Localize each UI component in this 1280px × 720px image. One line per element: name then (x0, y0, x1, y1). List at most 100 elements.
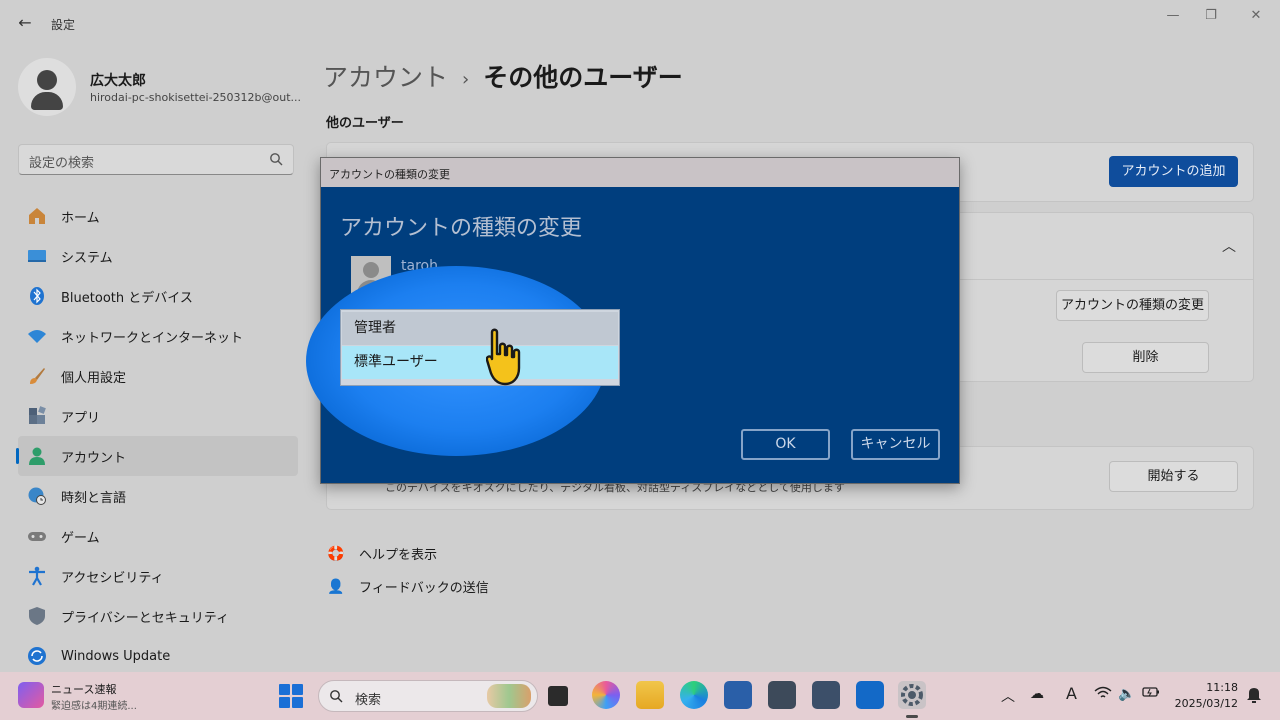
store-icon[interactable] (724, 681, 752, 709)
news-title: ニュース速報 (51, 683, 117, 696)
sidebar-item-personalization[interactable]: 個人用設定 (18, 356, 298, 396)
apps-icon (26, 405, 48, 427)
search-icon (270, 153, 283, 166)
sidebar-item-windows-update[interactable]: Windows Update (18, 636, 298, 676)
sidebar-item-label: ホーム (61, 210, 100, 226)
sidebar-item-label: システム (61, 250, 113, 266)
avatar (18, 58, 76, 116)
chevron-up-icon[interactable]: ︿ (1222, 236, 1236, 256)
copilot-icon[interactable] (592, 681, 620, 709)
search-icon (330, 690, 343, 703)
system-icon (26, 245, 48, 267)
breadcrumb: アカウント › その他のユーザー (323, 58, 683, 94)
search-highlight-art (487, 684, 531, 708)
wifi-icon[interactable] (1094, 686, 1112, 704)
search-placeholder: 設定の検索 (29, 156, 95, 171)
start-button-icon[interactable] (279, 684, 303, 708)
file-explorer-icon[interactable] (636, 681, 664, 709)
close-icon[interactable]: ✕ (1241, 8, 1271, 24)
sidebar-item-accessibility[interactable]: アクセシビリティ (18, 556, 298, 596)
help-link-label: ヘルプを表示 (359, 548, 438, 563)
gamepad-icon (26, 525, 48, 547)
notification-bell-icon[interactable] (1246, 686, 1262, 704)
sidebar-item-gaming[interactable]: ゲーム (18, 516, 298, 556)
settings-search-input[interactable]: 設定の検索 (18, 144, 294, 175)
dialog-heading: アカウントの種類の変更 (340, 216, 583, 241)
sidebar-item-system[interactable]: システム (18, 236, 298, 276)
settings-gear-icon[interactable] (898, 681, 926, 718)
dialog-title-bar: アカウントの種類の変更 (321, 158, 959, 187)
ime-indicator[interactable]: A (1066, 684, 1077, 703)
sidebar-item-label: ゲーム (61, 530, 100, 546)
sidebar-item-network[interactable]: ネットワークとインターネット (18, 316, 298, 356)
sidebar-item-label: プライバシーとセキュリティ (61, 610, 229, 626)
sidebar-item-label: ネットワークとインターネット (61, 330, 244, 346)
window-title: 設定 (51, 18, 76, 32)
breadcrumb-separator: › (462, 68, 470, 90)
option-administrator[interactable]: 管理者 (342, 312, 618, 345)
account-type-listbox[interactable]: 管理者 標準ユーザー (340, 309, 620, 386)
remote-desktop-icon[interactable] (768, 681, 796, 709)
dialog-title: アカウントの種類の変更 (329, 168, 450, 181)
maximize-icon[interactable]: ❐ (1196, 8, 1226, 24)
profile-email: hirodai-pc-shokisettei-250312b@out... (90, 91, 302, 104)
pointer-cursor-icon (486, 328, 521, 386)
add-account-button[interactable]: アカウントの追加 (1109, 156, 1238, 187)
sidebar-item-label: Bluetooth とデバイス (61, 290, 193, 306)
section-title: 他のユーザー (326, 116, 404, 131)
sidebar-item-label: Windows Update (61, 648, 171, 664)
taskbar-search-placeholder: 検索 (355, 693, 382, 708)
clock-date: 2025/03/12 (1174, 697, 1238, 710)
sidebar-item-label: アカウント (61, 450, 127, 466)
page-title: その他のユーザー (483, 63, 683, 92)
help-icon: 🛟 (327, 545, 345, 562)
tray-overflow-chevron-icon[interactable]: ︿ (1001, 686, 1015, 706)
sidebar-item-home[interactable]: ホーム (18, 196, 298, 236)
change-account-type-button[interactable]: アカウントの種類の変更 (1056, 290, 1209, 321)
taskbar: ニュース速報 緊迫感は4期連続... 検索 ︿ ☁ A 🔈 11:18 2025… (0, 672, 1280, 720)
account-icon (26, 445, 48, 467)
back-arrow-icon[interactable]: ← (14, 12, 36, 34)
sidebar-item-label: 時刻と言語 (61, 490, 127, 506)
active-indicator (16, 448, 19, 464)
option-standard-user[interactable]: 標準ユーザー (342, 346, 618, 379)
edge-icon[interactable] (680, 681, 708, 709)
system-clock[interactable]: 11:18 2025/03/12 (1175, 680, 1238, 712)
network-icon (26, 325, 48, 347)
news-widget[interactable]: ニュース速報 緊迫感は4期連続... (18, 680, 218, 714)
bluetooth-icon (26, 285, 48, 307)
sidebar-item-label: アプリ (61, 410, 101, 426)
help-link[interactable]: 🛟 ヘルプを表示 (326, 544, 438, 564)
minimize-icon[interactable]: — (1158, 8, 1188, 24)
feedback-link[interactable]: 👤 フィードバックの送信 (326, 577, 489, 597)
cancel-button[interactable]: キャンセル (851, 429, 940, 460)
app-icon[interactable] (812, 681, 840, 709)
sidebar-item-accounts[interactable]: アカウント (16, 436, 298, 476)
task-view-icon[interactable] (548, 686, 568, 706)
battery-icon[interactable] (1142, 686, 1160, 702)
news-subtitle: 緊迫感は4期連続... (51, 701, 137, 712)
cloud-icon[interactable]: ☁ (1030, 686, 1044, 702)
sidebar-nav: ホーム システム Bluetooth とデバイス ネットワークとインターネット … (16, 196, 298, 676)
clock-time: 11:18 (1206, 681, 1238, 694)
sidebar-item-label: 個人用設定 (61, 370, 127, 386)
brush-icon (26, 365, 48, 387)
profile-name: 広大太郎 (90, 73, 146, 89)
feedback-link-label: フィードバックの送信 (359, 581, 489, 596)
kiosk-start-button[interactable]: 開始する (1109, 461, 1238, 492)
sidebar-item-privacy[interactable]: プライバシーとセキュリティ (18, 596, 298, 636)
settings-window: ← 設定 — ❐ ✕ 広大太郎 hirodai-pc-shokisettei-2… (0, 0, 1280, 672)
title-bar: ← 設定 — ❐ ✕ (0, 0, 1280, 46)
sidebar-item-time-language[interactable]: 時刻と言語 (18, 476, 298, 516)
feedback-icon: 👤 (327, 578, 345, 595)
breadcrumb-parent[interactable]: アカウント (323, 63, 448, 92)
taskbar-search[interactable]: 検索 (318, 680, 538, 712)
sidebar-item-bluetooth[interactable]: Bluetooth とデバイス (18, 276, 298, 316)
ok-button[interactable]: OK (741, 429, 830, 460)
volume-icon[interactable]: 🔈 (1118, 686, 1135, 702)
delete-account-button[interactable]: 削除 (1082, 342, 1209, 373)
sidebar-item-apps[interactable]: アプリ (18, 396, 298, 436)
outlook-icon[interactable] (856, 681, 884, 709)
update-icon (26, 645, 48, 667)
sidebar-item-label: アクセシビリティ (61, 570, 164, 586)
